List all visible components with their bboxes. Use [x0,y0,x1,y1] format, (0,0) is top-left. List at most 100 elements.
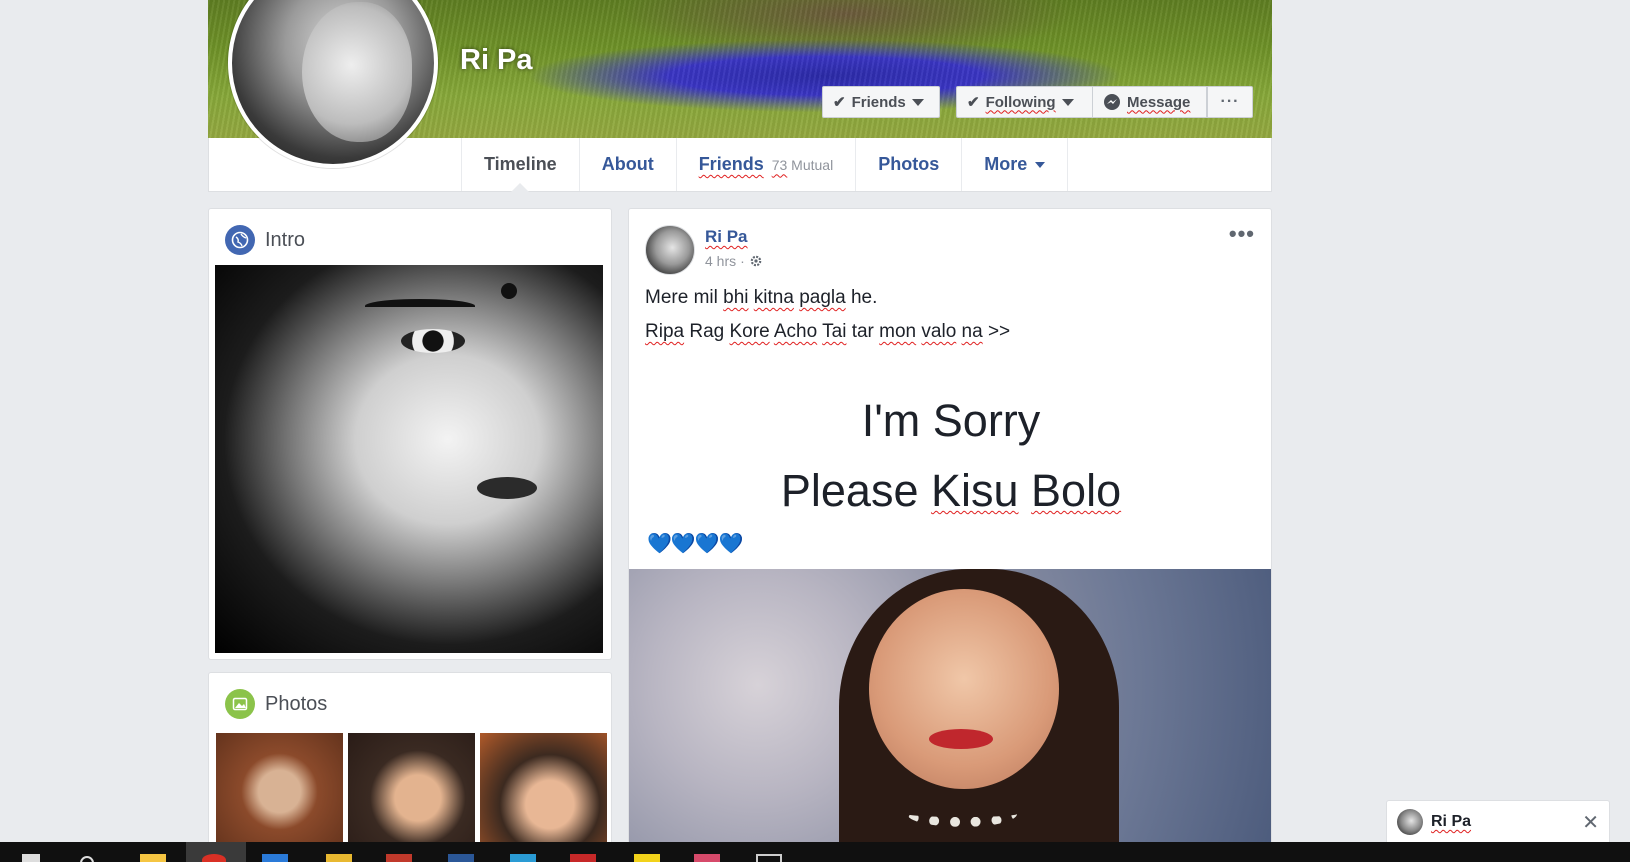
post-word: pagla [799,287,846,308]
friends-button[interactable]: ✔ Friends [822,86,940,118]
photo-thumbnail[interactable] [348,733,475,851]
tab-timeline-label: Timeline [484,154,557,174]
mutual-count-value: 73 [771,156,788,173]
app-icon[interactable] [634,854,660,862]
post-text-line-2: Ripa Rag Kore Acho Tai tar mon valo na >… [645,321,1010,343]
photos-card: Photos [208,672,612,852]
tab-friends[interactable]: Friends 73 Mutual [677,138,857,191]
image-detail [869,589,1059,789]
close-icon[interactable]: ✕ [1582,810,1599,835]
photo-detail [477,477,537,499]
app-icon[interactable] [570,854,596,862]
app-icon[interactable] [386,854,412,862]
intro-header: Intro [225,225,305,255]
message-button-label: Message [1127,93,1191,111]
post-word: bhi [723,287,749,308]
post-timestamp[interactable]: 4 hrs [705,253,736,269]
tab-timeline[interactable]: Timeline [462,138,580,192]
photo-icon [225,689,255,719]
tab-photos[interactable]: Photos [856,138,963,191]
caret-down-icon [1035,161,1046,168]
vscode-icon[interactable] [262,854,288,862]
post-word [1019,465,1032,516]
globe-icon [225,225,255,255]
post-word: Ripa [645,321,685,342]
chrome-icon[interactable] [202,854,226,862]
meta-separator: · [740,253,745,269]
profile-tabs: Timeline About Friends 73 Mutual Photos … [461,138,1069,192]
blue-hearts-emoji: 💙💙💙💙 [647,533,744,555]
post-word: Please [780,465,931,516]
following-button-label: Following [985,93,1056,111]
photo-detail [501,283,517,299]
post-word: Kisu [930,465,1019,516]
search-icon[interactable] [80,856,94,862]
post-word: Kore [729,321,770,342]
photo-detail [365,299,475,313]
post-big-text-1: I'm Sorry [861,395,1041,446]
intro-card: Intro [208,208,612,660]
tab-about-label: About [601,154,654,174]
post-word: tar [846,321,880,342]
message-button[interactable]: Message [1092,86,1207,118]
chat-name: Ri Pa [1431,813,1472,830]
messenger-icon [1104,94,1120,110]
tab-more[interactable]: More [962,138,1069,191]
profile-face [302,2,412,142]
post-text-line-1: Mere mil bhi kitna pagla he. [645,287,877,309]
following-button[interactable]: ✔ Following [956,86,1092,118]
app-icon[interactable] [756,854,782,862]
app-icon[interactable] [448,854,474,862]
profile-name[interactable]: Ri Pa [460,44,533,77]
more-options-button[interactable]: ··· [1207,86,1253,118]
image-detail [929,729,993,749]
chat-tab[interactable]: Ri Pa ✕ [1386,800,1610,844]
post-options-button[interactable]: ••• [1229,221,1255,247]
post-author-name[interactable]: Ri Pa [705,227,748,247]
post-word: >> [982,321,1011,342]
folder-icon[interactable] [140,854,166,862]
post-big-text-2: Please Kisu Bolo [629,465,1271,517]
taskbar [0,842,1630,862]
tab-more-label: More [984,154,1028,174]
start-icon[interactable] [22,854,40,862]
post-author-avatar[interactable] [645,225,695,275]
photo-thumbnail[interactable] [216,733,343,851]
check-icon: ✔ [833,94,846,111]
mutual-friends-count: 73 Mutual [772,157,834,173]
post-meta: 4 hrs · [705,253,763,269]
mutual-label: Mutual [791,156,834,173]
post-word: kitna [753,287,794,308]
post-word: he. [845,287,878,308]
post-word: Rag [684,321,730,342]
featured-photo[interactable] [215,265,603,653]
friends-button-label: Friends [851,93,906,111]
caret-down-icon [911,98,924,106]
app-icon[interactable] [326,854,352,862]
tab-photos-label: Photos [878,154,940,174]
tab-friends-label: Friends [698,154,764,174]
intro-title: Intro [265,228,306,251]
post-word: na [961,321,983,342]
tab-about[interactable]: About [580,138,677,191]
post-word: mon [879,321,917,342]
post-word: Acho [773,321,818,342]
photo-thumbnail[interactable] [480,733,607,851]
caret-down-icon [1061,98,1074,106]
chat-avatar [1397,809,1423,835]
photoshop-icon[interactable] [510,854,536,862]
photos-title: Photos [265,692,328,715]
post-word: valo [921,321,957,342]
post-card: Ri Pa 4 hrs · ••• Mere mil bhi kitna pag… [628,208,1272,853]
post-word: Bolo [1031,465,1122,516]
post-image[interactable] [629,569,1271,852]
app-icon[interactable] [694,854,720,862]
image-detail [907,801,1017,827]
post-word: Tai [822,321,847,342]
check-icon: ✔ [967,94,980,111]
photos-header: Photos [225,689,327,719]
post-word: Mere mil [645,287,724,308]
photo-grid [216,733,607,851]
photo-detail [401,329,465,353]
gear-icon[interactable] [749,254,763,268]
